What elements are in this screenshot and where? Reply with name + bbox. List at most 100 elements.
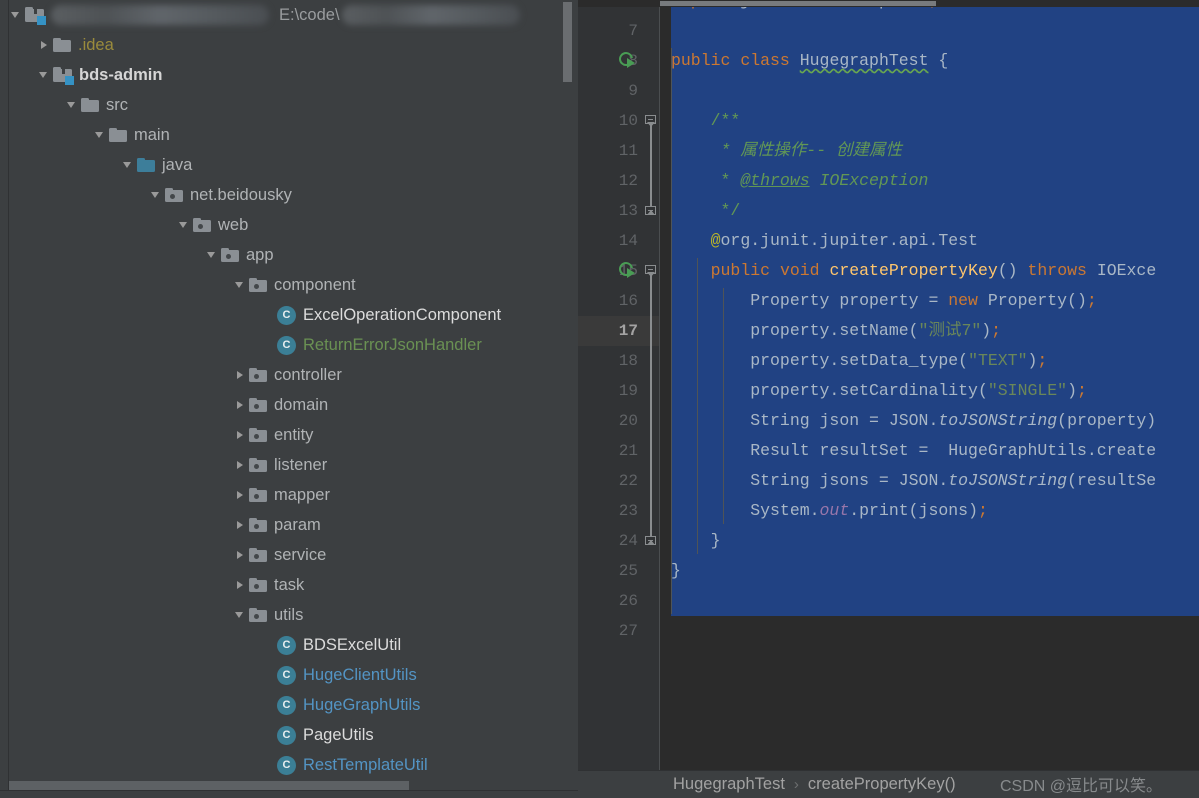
chevron-down-icon[interactable] bbox=[37, 60, 53, 90]
tree-row[interactable]: bds-admin bbox=[9, 60, 569, 90]
tree-row[interactable]: task bbox=[9, 570, 569, 600]
fold-collapse-icon-top[interactable] bbox=[644, 264, 657, 277]
tree-item-label: param bbox=[274, 516, 321, 534]
code-editor[interactable]: 6789101112131415161718192021222324252627… bbox=[578, 0, 1199, 770]
tree-row[interactable]: C HugeGraphUtils bbox=[9, 690, 569, 720]
chevron-right-icon[interactable] bbox=[233, 540, 249, 570]
tree-row[interactable]: domain bbox=[9, 390, 569, 420]
code-line[interactable]: Property property = new Property(); bbox=[671, 286, 1097, 316]
run-test-gutter-icon[interactable] bbox=[616, 259, 638, 281]
tree-row[interactable]: web bbox=[9, 210, 569, 240]
chevron-right-icon[interactable] bbox=[233, 420, 249, 450]
project-tree[interactable]: E:\code\ .idea bds-admin src main java net.bei… bbox=[9, 0, 569, 798]
project-tool-window[interactable]: E:\code\ .idea bds-admin src main java net.bei… bbox=[0, 0, 578, 798]
chevron-down-icon[interactable] bbox=[149, 180, 165, 210]
package-icon bbox=[193, 217, 211, 233]
code-line[interactable]: } bbox=[671, 556, 681, 586]
tree-row[interactable]: component bbox=[9, 270, 569, 300]
tree-row[interactable]: src bbox=[9, 90, 569, 120]
code-line[interactable]: property.setData_type("TEXT"); bbox=[671, 346, 1047, 376]
tree-row[interactable]: C BDSExcelUtil bbox=[9, 630, 569, 660]
chevron-down-icon[interactable] bbox=[233, 270, 249, 300]
chevron-down-icon[interactable] bbox=[205, 240, 221, 270]
tree-item-label: mapper bbox=[274, 486, 330, 504]
code-line[interactable]: String jsons = JSON.toJSONString(resultS… bbox=[671, 466, 1156, 496]
tree-item-label: ExcelOperationComponent bbox=[303, 306, 502, 324]
fold-collapse-icon-bottom[interactable] bbox=[644, 535, 657, 548]
code-line[interactable]: /** bbox=[671, 106, 741, 136]
chevron-right-icon[interactable] bbox=[233, 390, 249, 420]
tree-item-label: task bbox=[274, 576, 305, 594]
project-root-row[interactable]: E:\code\ bbox=[9, 0, 569, 30]
tree-row[interactable]: C PageUtils bbox=[9, 720, 569, 750]
tree-row[interactable]: service bbox=[9, 540, 569, 570]
chevron-down-icon[interactable] bbox=[177, 210, 193, 240]
tree-row[interactable]: app bbox=[9, 240, 569, 270]
tree-row[interactable]: param bbox=[9, 510, 569, 540]
editor-gutter[interactable]: 6789101112131415161718192021222324252627 bbox=[578, 0, 660, 770]
code-line[interactable]: */ bbox=[671, 196, 741, 226]
indent-guide bbox=[723, 288, 724, 524]
code-line[interactable]: Result resultSet = HugeGraphUtils.create bbox=[671, 436, 1156, 466]
package-icon bbox=[249, 457, 267, 473]
tree-item-label: RestTemplateUtil bbox=[303, 756, 428, 774]
fold-collapse-icon-top[interactable] bbox=[644, 114, 657, 127]
fold-region[interactable] bbox=[644, 114, 657, 218]
java-class-icon: C bbox=[277, 725, 296, 745]
chevron-right-icon[interactable] bbox=[233, 360, 249, 390]
chevron-right-icon[interactable] bbox=[233, 510, 249, 540]
tree-row[interactable]: C ReturnErrorJsonHandler bbox=[9, 330, 569, 360]
chevron-right-icon[interactable] bbox=[233, 570, 249, 600]
fold-region[interactable] bbox=[644, 264, 657, 548]
java-class-icon: C bbox=[277, 335, 296, 355]
line-number: 27 bbox=[618, 622, 638, 640]
code-line[interactable]: * 属性操作-- 创建属性 bbox=[671, 136, 903, 166]
code-line[interactable]: public class HugegraphTest { bbox=[671, 46, 948, 76]
tree-row[interactable]: main bbox=[9, 120, 569, 150]
tree-row[interactable]: C HugeClientUtils bbox=[9, 660, 569, 690]
line-number: 17 bbox=[618, 322, 638, 340]
chevron-right-icon[interactable] bbox=[233, 480, 249, 510]
folder-icon bbox=[81, 97, 99, 113]
tree-item-label: bds-admin bbox=[79, 66, 163, 84]
code-line[interactable]: } bbox=[671, 526, 721, 556]
tree-row[interactable]: entity bbox=[9, 420, 569, 450]
chevron-down-icon[interactable] bbox=[93, 120, 109, 150]
module-folder-icon bbox=[25, 7, 46, 25]
tree-row[interactable]: mapper bbox=[9, 480, 569, 510]
tree-row[interactable]: controller bbox=[9, 360, 569, 390]
project-tree-vertical-scrollbar-thumb[interactable] bbox=[563, 2, 572, 82]
code-line[interactable]: public void createPropertyKey() throws I… bbox=[671, 256, 1157, 286]
chevron-down-icon[interactable] bbox=[121, 150, 137, 180]
tree-row[interactable]: java bbox=[9, 150, 569, 180]
chevron-right-icon[interactable] bbox=[233, 450, 249, 480]
tree-row[interactable]: net.beidousky bbox=[9, 180, 569, 210]
tree-row[interactable]: C RestTemplateUtil bbox=[9, 750, 569, 780]
java-class-icon: C bbox=[277, 755, 296, 775]
code-line[interactable]: @org.junit.jupiter.api.Test bbox=[671, 226, 978, 256]
chevron-down-icon[interactable] bbox=[65, 90, 81, 120]
chevron-down-icon[interactable] bbox=[9, 0, 25, 30]
chevron-down-icon[interactable] bbox=[233, 600, 249, 630]
code-line[interactable]: * @throws IOException bbox=[671, 166, 929, 196]
project-tree-vertical-scrollbar-track[interactable] bbox=[563, 0, 575, 798]
chevron-right-icon[interactable] bbox=[37, 30, 53, 60]
code-line[interactable]: property.setName("测试7"); bbox=[671, 316, 1001, 346]
editor-horizontal-scrollbar-thumb[interactable] bbox=[660, 1, 936, 6]
editor-horizontal-scrollbar[interactable] bbox=[578, 0, 1199, 7]
tree-row[interactable]: C ExcelOperationComponent bbox=[9, 300, 569, 330]
run-test-gutter-icon[interactable] bbox=[616, 49, 638, 71]
breadcrumb-item-class[interactable]: HugegraphTest bbox=[673, 775, 785, 794]
java-class-icon: C bbox=[277, 635, 296, 655]
tree-row[interactable]: utils bbox=[9, 600, 569, 630]
breadcrumb[interactable]: HugegraphTest › createPropertyKey() bbox=[673, 775, 956, 794]
editor-code-area[interactable]: import java.io.IOException;public class … bbox=[660, 0, 1199, 770]
fold-collapse-icon-bottom[interactable] bbox=[644, 205, 657, 218]
tree-row[interactable]: .idea bbox=[9, 30, 569, 60]
tree-item-label: app bbox=[246, 246, 274, 264]
tree-row[interactable]: listener bbox=[9, 450, 569, 480]
code-line[interactable]: String json = JSON.toJSONString(property… bbox=[671, 406, 1156, 436]
code-line[interactable]: property.setCardinality("SINGLE"); bbox=[671, 376, 1087, 406]
code-line[interactable]: System.out.print(jsons); bbox=[671, 496, 988, 526]
breadcrumb-item-method[interactable]: createPropertyKey() bbox=[808, 775, 956, 794]
